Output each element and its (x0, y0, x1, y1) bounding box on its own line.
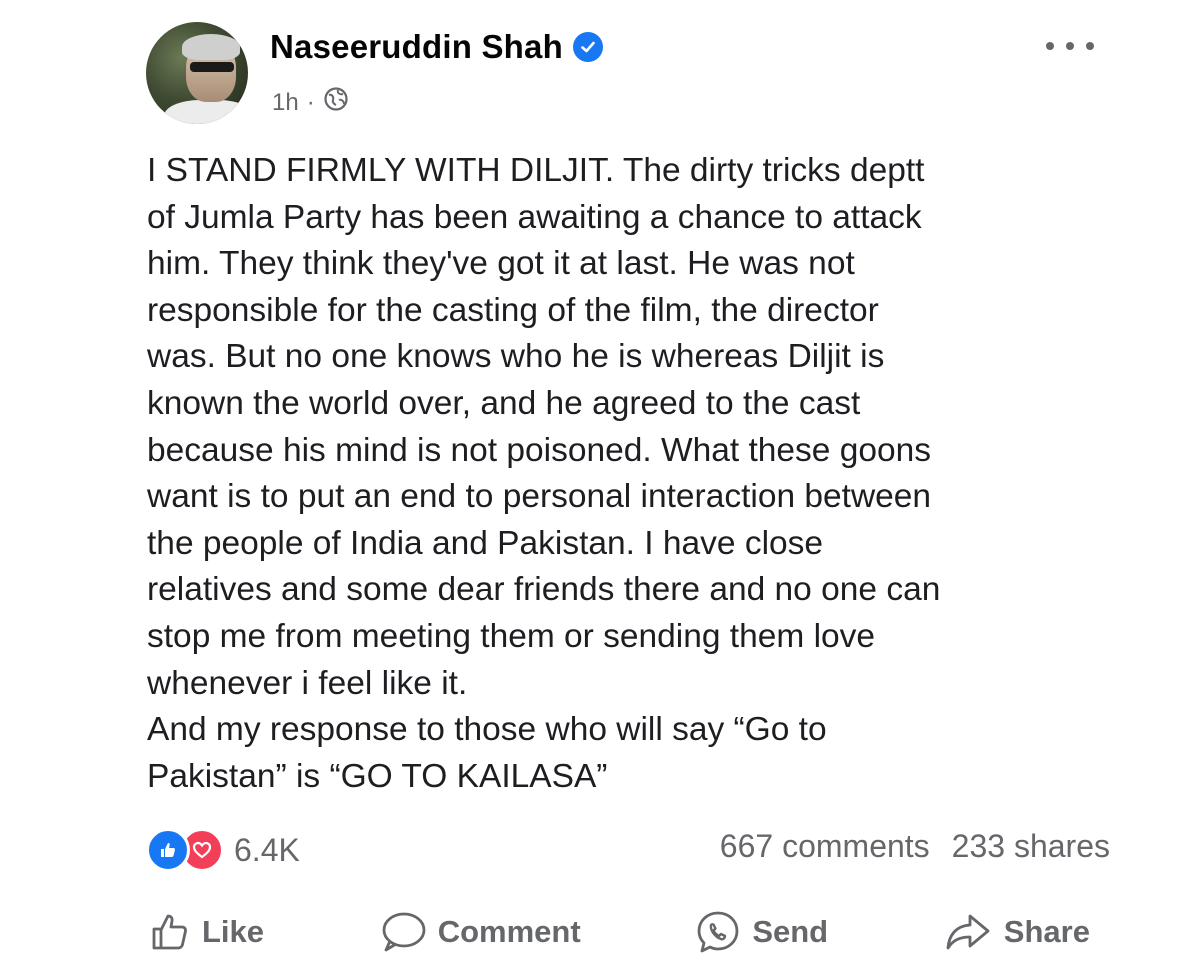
author-avatar[interactable] (146, 22, 248, 124)
post-text-line: him. They think they've got it at last. … (147, 245, 855, 283)
post-body-text: I STAND FIRMLY WITH DILJIT. The dirty tr… (147, 148, 1107, 800)
verified-badge-icon (572, 32, 603, 62)
globe-icon[interactable] (323, 86, 349, 119)
post-meta: 1h · (272, 86, 349, 119)
dot (1086, 42, 1094, 50)
post-text-line: whenever i feel like it. (147, 664, 468, 702)
post-text-line: because his mind is not poisoned. What t… (147, 431, 932, 469)
like-reaction-icon (146, 828, 190, 872)
more-options-icon[interactable] (1046, 34, 1094, 58)
comment-label: Comment (437, 914, 581, 949)
post-text-line: the people of India and Pakistan. I have… (147, 524, 824, 562)
thumbs-up-icon (150, 912, 190, 952)
avatar-shirt (164, 100, 248, 124)
reactions-summary[interactable]: 6.4K (146, 828, 300, 872)
post-text-line: was. But no one knows who he is whereas … (147, 338, 885, 376)
comment-button[interactable]: Comment (380, 911, 581, 953)
avatar-glasses (190, 62, 234, 72)
post-text-line: responsible for the casting of the film,… (147, 291, 879, 329)
author-name[interactable]: Naseeruddin Shah (270, 28, 563, 66)
comments-count[interactable]: 667 comments (720, 828, 930, 865)
post-text-line: Pakistan” is “GO TO KAILASA” (147, 757, 608, 795)
post-text-line: known the world over, and he agreed to t… (147, 384, 861, 422)
post-text-line: relatives and some dear friends there an… (147, 571, 941, 609)
post-text-line: want is to put an end to personal intera… (147, 478, 932, 516)
share-arrow-icon (944, 912, 992, 952)
comment-bubble-icon (380, 911, 426, 953)
dot (1046, 42, 1054, 50)
avatar-hair (182, 34, 240, 60)
engagement-stats: 667 comments 233 shares (720, 828, 1110, 865)
shares-count[interactable]: 233 shares (952, 828, 1110, 865)
send-label: Send (752, 914, 829, 949)
reaction-count: 6.4K (234, 831, 300, 868)
post-text-line: of Jumla Party has been awaiting a chanc… (147, 198, 922, 236)
post-text-line: And my response to those who will say “G… (147, 711, 827, 749)
author-header: Naseeruddin Shah (270, 28, 603, 66)
like-label: Like (202, 914, 265, 949)
like-button[interactable]: Like (150, 912, 264, 952)
post-text-line: stop me from meeting them or sending the… (147, 617, 876, 655)
share-label: Share (1003, 914, 1090, 949)
dot (1066, 42, 1074, 50)
post-text-line: I STAND FIRMLY WITH DILJIT. The dirty tr… (147, 152, 925, 189)
facebook-post-card: Naseeruddin Shah 1h · I STAND FIRMLY WIT… (0, 0, 1200, 978)
send-button[interactable]: Send (696, 910, 828, 954)
share-button[interactable]: Share (944, 912, 1090, 952)
action-bar: Like Comment Send Share (150, 910, 1090, 954)
meta-separator: · (306, 88, 315, 116)
post-timestamp[interactable]: 1h (272, 89, 299, 117)
messenger-icon (696, 910, 740, 954)
